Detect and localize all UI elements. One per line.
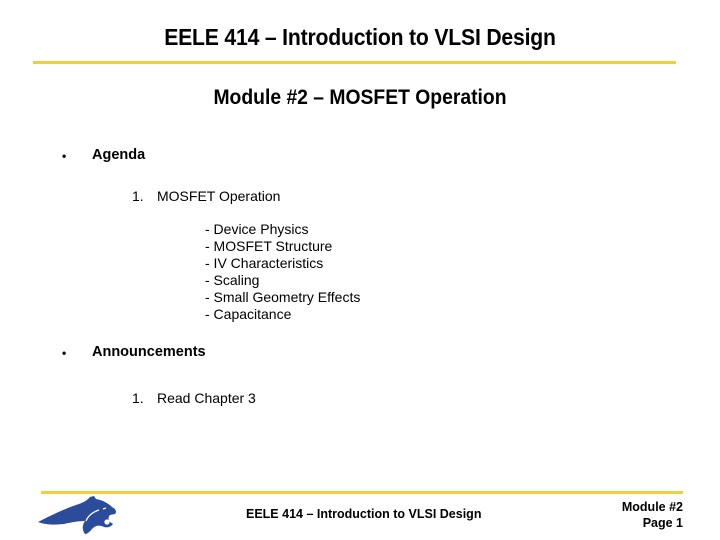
bullet-agenda: • (62, 149, 67, 163)
agenda-subitem-list: - Device Physics - MOSFET Structure - IV… (205, 221, 360, 323)
header-divider (33, 61, 676, 64)
subitem-iv-characteristics: - IV Characteristics (205, 255, 324, 271)
footer-divider (41, 491, 683, 494)
slide-title: EELE 414 – Introduction to VLSI Design (164, 24, 556, 50)
subitem-mosfet-structure: - MOSFET Structure (205, 238, 333, 254)
announcement-item-number: 1. (132, 390, 144, 406)
slide-subtitle: Module #2 – MOSFET Operation (213, 86, 507, 109)
footer-module: Module #2 (621, 500, 683, 514)
subitem-device-physics: - Device Physics (205, 221, 309, 237)
agenda-item-number: 1. (132, 188, 144, 204)
bullet-announcements: • (62, 346, 67, 360)
footer-page-info: Module #2 Page 1 (622, 499, 683, 531)
bobcat-logo-icon (38, 495, 120, 535)
announcement-item-read-chapter: Read Chapter 3 (157, 390, 256, 406)
section-heading-announcements: Announcements (92, 344, 206, 360)
subitem-capacitance: - Capacitance (205, 306, 292, 322)
subitem-small-geometry-effects: - Small Geometry Effects (205, 289, 361, 305)
agenda-item-mosfet-operation: MOSFET Operation (157, 188, 281, 204)
subitem-scaling: - Scaling (205, 272, 260, 288)
footer-course-title: EELE 414 – Introduction to VLSI Design (246, 507, 482, 521)
footer-page-number: Page 1 (642, 516, 683, 530)
section-heading-agenda: Agenda (92, 147, 146, 163)
